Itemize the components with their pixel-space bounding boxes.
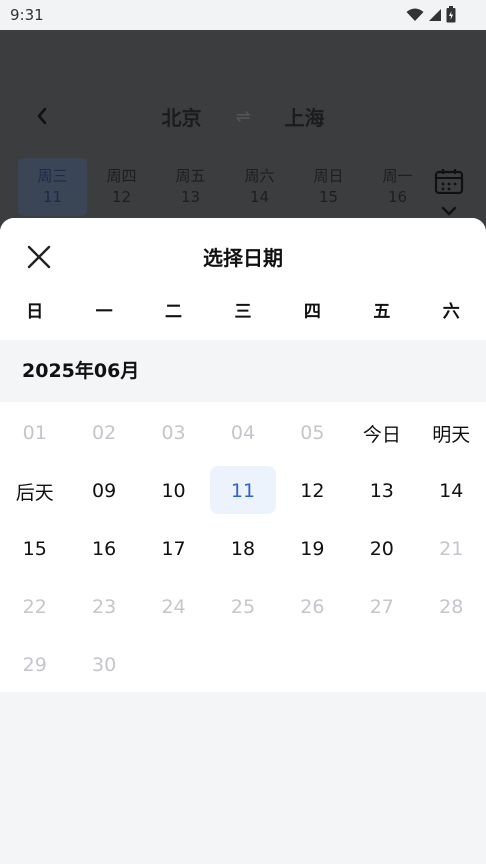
date-strip: 周三 11 周四 12 周五 13 周六 14 周日 15 周一 16	[18, 158, 432, 216]
calendar-day[interactable]: 09	[69, 462, 138, 520]
calendar-day[interactable]: 19	[278, 520, 347, 578]
calendar-day-label: 02	[92, 422, 117, 444]
date-chip[interactable]: 周一 16	[363, 158, 432, 216]
calendar-day: 30	[69, 636, 138, 694]
calendar-day: 22	[0, 578, 69, 636]
status-time: 9:31	[10, 6, 44, 24]
calendar-day[interactable]: 17	[139, 520, 208, 578]
calendar-day-label: 26	[300, 596, 325, 618]
calendar-day[interactable]: 13	[347, 462, 416, 520]
calendar-week-row: 01 02 03 04 05 今日 明天	[0, 404, 486, 462]
calendar-day-label: 13	[369, 480, 394, 502]
calendar-day-label: 15	[22, 538, 47, 560]
calendar-week-row: 15 16 17 18 19 20 21	[0, 520, 486, 578]
to-city[interactable]: 上海	[285, 102, 325, 131]
calendar-day[interactable]: 14	[417, 462, 486, 520]
calendar-day-label: 21	[439, 538, 464, 560]
chevron-down-icon[interactable]	[441, 206, 457, 216]
calendar-day[interactable]: 20	[347, 520, 416, 578]
swap-icon[interactable]: ⇌	[235, 106, 250, 127]
weekday-label: 六	[442, 302, 460, 322]
wifi-icon	[406, 8, 424, 21]
calendar-day: 03	[139, 404, 208, 462]
calendar-day: 23	[69, 578, 138, 636]
calendar-day: 21	[417, 520, 486, 578]
calendar-day: 05	[278, 404, 347, 462]
calendar-day-label: 28	[439, 596, 464, 618]
calendar-day-label: 14	[439, 480, 464, 502]
route-header: 北京 ⇌ 上海	[0, 102, 486, 131]
weekday-label: 一	[95, 302, 113, 322]
calendar-icon[interactable]	[434, 168, 464, 194]
calendar-day-label: 01	[22, 422, 47, 444]
calendar-week-row: 29 30	[0, 636, 486, 694]
calendar-day-label: 03	[161, 422, 186, 444]
date-chip[interactable]: 周五 13	[156, 158, 225, 216]
calendar-day-label: 30	[92, 654, 117, 676]
calendar-day-label: 12	[300, 480, 325, 502]
status-icons	[406, 6, 456, 23]
date-chip[interactable]: 周日 15	[294, 158, 363, 216]
calendar-day-label: 24	[161, 596, 186, 618]
calendar-day-label: 18	[230, 538, 256, 560]
calendar-day[interactable]: 16	[69, 520, 138, 578]
weekday-header: 日 一 二 三 四 五 六	[0, 294, 486, 340]
weekday-label: 四	[303, 302, 321, 322]
calendar-day: 25	[208, 578, 277, 636]
weekday-label: 日	[26, 302, 44, 322]
calendar-day[interactable]: 明天	[417, 404, 486, 462]
calendar-day-label: 23	[92, 596, 117, 618]
calendar-day-label: 22	[22, 596, 47, 618]
sheet-title: 选择日期	[203, 246, 283, 270]
calendar-day: 04	[208, 404, 277, 462]
calendar-day-label: 明天	[432, 423, 471, 446]
calendar-day-selected[interactable]: 11	[208, 462, 277, 520]
weekday-label: 二	[165, 302, 183, 322]
calendar-day[interactable]: 18	[208, 520, 277, 578]
calendar-day-label: 04	[230, 422, 256, 444]
battery-icon	[446, 6, 456, 23]
calendar-week-row: 22 23 24 25 26 27 28	[0, 578, 486, 636]
date-chip[interactable]: 周四 12	[87, 158, 156, 216]
weekday-label: 三	[234, 302, 252, 322]
calendar-day: 01	[0, 404, 69, 462]
calendar-week-row: 后天 09 10 11 12 13 14	[0, 462, 486, 520]
calendar-day-label: 16	[92, 538, 117, 560]
weekday-label: 五	[373, 302, 391, 322]
calendar-day[interactable]: 今日	[347, 404, 416, 462]
calendar-day[interactable]: 10	[139, 462, 208, 520]
calendar-day: 27	[347, 578, 416, 636]
calendar-day-label: 11	[230, 480, 256, 502]
sheet-header: 选择日期	[0, 218, 486, 294]
calendar-day-label: 05	[300, 422, 325, 444]
calendar-day: 28	[417, 578, 486, 636]
status-bar: 9:31	[0, 0, 486, 30]
calendar-day: 26	[278, 578, 347, 636]
date-chip[interactable]: 周六 14	[225, 158, 294, 216]
calendar-day-label: 09	[92, 480, 117, 502]
calendar-grid: 01 02 03 04 05 今日 明天后天 09 10 11 12 13 14 15 16 17 18 19 20…	[0, 402, 486, 692]
calendar-day-label: 29	[22, 654, 47, 676]
calendar-day-label: 19	[300, 538, 325, 560]
calendar-day[interactable]: 12	[278, 462, 347, 520]
calendar-day: 24	[139, 578, 208, 636]
date-picker-sheet: 选择日期 日 一 二 三 四 五 六 2025年06月 01 02 03 04 05 今日…	[0, 218, 486, 864]
signal-icon	[429, 8, 441, 21]
calendar-day[interactable]: 后天	[0, 462, 69, 520]
calendar-day-label: 17	[161, 538, 186, 560]
calendar-day[interactable]: 15	[0, 520, 69, 578]
calendar-day: 29	[0, 636, 69, 694]
calendar-day-label: 10	[161, 480, 186, 502]
from-city[interactable]: 北京	[161, 102, 201, 131]
calendar-day: 02	[69, 404, 138, 462]
calendar-day-label: 后天	[15, 481, 54, 504]
date-chip[interactable]: 周三 11	[18, 158, 87, 216]
calendar-day-label: 今日	[362, 423, 401, 446]
calendar-day-label: 27	[369, 596, 394, 618]
calendar-day-label: 25	[230, 596, 256, 618]
calendar-day-label: 20	[369, 538, 394, 560]
month-header: 2025年06月	[0, 340, 486, 402]
